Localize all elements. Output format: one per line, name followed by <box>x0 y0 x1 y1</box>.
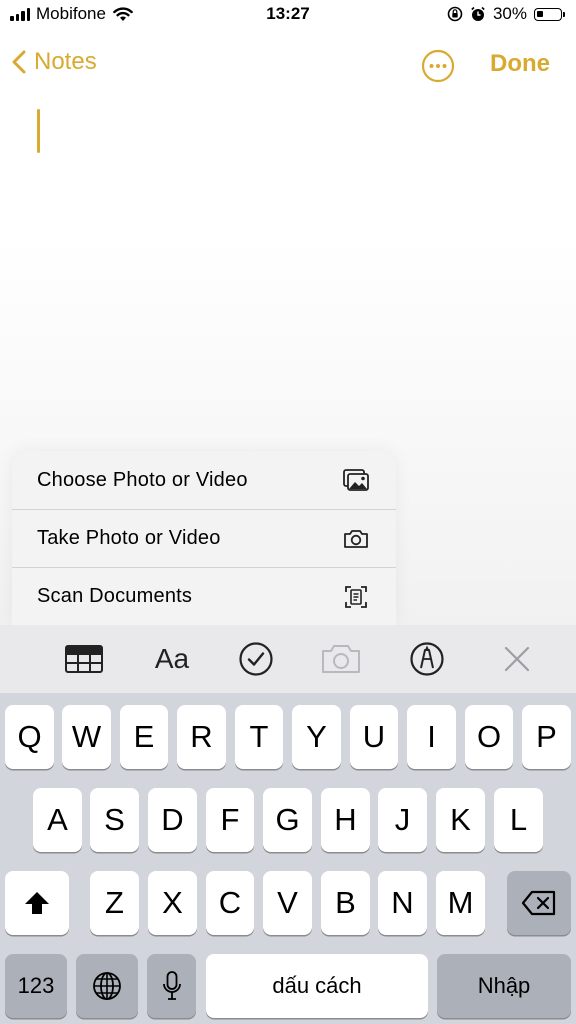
status-bar: Mobifone 13:27 30% <box>0 0 576 30</box>
key-v[interactable]: V <box>263 871 312 935</box>
status-right: 30% <box>447 4 565 24</box>
backspace-icon <box>521 890 556 916</box>
key-x[interactable]: X <box>148 871 197 935</box>
key-u[interactable]: U <box>350 705 398 769</box>
close-toolbar-button[interactable] <box>495 639 539 679</box>
key-e[interactable]: E <box>120 705 168 769</box>
checklist-button[interactable] <box>234 639 278 679</box>
battery-percent: 30% <box>492 4 527 23</box>
delete-key[interactable] <box>507 871 571 935</box>
key-b[interactable]: B <box>321 871 370 935</box>
key-j[interactable]: J <box>378 788 427 852</box>
menu-item-choose-photo[interactable]: Choose Photo or Video <box>12 451 396 509</box>
shift-icon <box>25 892 49 914</box>
markup-button[interactable] <box>405 639 449 679</box>
battery-fill <box>537 10 543 17</box>
orientation-lock-icon <box>447 6 463 22</box>
format-text-icon: Aa <box>154 643 190 674</box>
microphone-icon <box>162 971 181 1000</box>
navigation-bar: Notes Done <box>0 40 576 90</box>
menu-item-label: Take Photo or Video <box>37 527 221 549</box>
key-k[interactable]: K <box>436 788 485 852</box>
scan-document-icon <box>345 585 367 608</box>
key-a[interactable]: A <box>33 788 82 852</box>
key-y[interactable]: Y <box>292 705 341 769</box>
space-key[interactable]: dấu cách <box>206 954 428 1018</box>
keyboard: Q W E R T Y U I O P A S D F G H J K L Z … <box>0 693 576 1024</box>
globe-key[interactable] <box>76 954 138 1018</box>
dictation-key[interactable] <box>147 954 196 1018</box>
key-p[interactable]: P <box>522 705 571 769</box>
close-icon <box>504 646 530 672</box>
key-t[interactable]: T <box>235 705 283 769</box>
numbers-key[interactable]: 123 <box>5 954 67 1018</box>
menu-item-take-photo[interactable]: Take Photo or Video <box>12 509 396 567</box>
format-text-button[interactable]: Aa <box>150 639 194 679</box>
camera-icon <box>344 529 368 548</box>
formatting-toolbar: Aa <box>0 625 576 693</box>
key-n[interactable]: N <box>378 871 427 935</box>
key-d[interactable]: D <box>148 788 197 852</box>
table-icon <box>65 645 103 673</box>
key-c[interactable]: C <box>206 871 254 935</box>
key-s[interactable]: S <box>90 788 139 852</box>
return-key[interactable]: Nhập <box>437 954 571 1018</box>
menu-item-scan-documents[interactable]: Scan Documents <box>12 567 396 625</box>
key-g[interactable]: G <box>263 788 312 852</box>
markup-pen-icon <box>410 642 444 676</box>
key-r[interactable]: R <box>177 705 226 769</box>
chevron-left-icon <box>12 50 26 74</box>
key-m[interactable]: M <box>436 871 485 935</box>
key-i[interactable]: I <box>407 705 456 769</box>
alarm-icon <box>471 6 485 21</box>
menu-item-label: Scan Documents <box>37 585 193 607</box>
text-cursor <box>37 109 40 153</box>
shift-key[interactable] <box>5 871 69 935</box>
key-o[interactable]: O <box>465 705 513 769</box>
camera-icon <box>322 645 360 673</box>
table-button[interactable] <box>62 639 106 679</box>
back-button[interactable]: Notes <box>12 48 97 76</box>
battery-icon <box>534 7 565 21</box>
key-q[interactable]: Q <box>5 705 54 769</box>
key-z[interactable]: Z <box>90 871 139 935</box>
done-button[interactable]: Done <box>490 50 550 78</box>
key-f[interactable]: F <box>206 788 254 852</box>
key-l[interactable]: L <box>494 788 543 852</box>
attachment-menu: Choose Photo or Video Take Photo or Vide… <box>12 451 396 625</box>
key-h[interactable]: H <box>321 788 370 852</box>
photo-library-icon <box>343 469 369 491</box>
more-options-button[interactable] <box>421 49 455 83</box>
menu-item-label: Choose Photo or Video <box>37 468 248 491</box>
globe-icon <box>93 972 121 1000</box>
camera-button[interactable] <box>319 639 363 679</box>
checklist-icon <box>239 642 273 676</box>
key-w[interactable]: W <box>62 705 111 769</box>
back-button-label: Notes <box>34 48 97 75</box>
